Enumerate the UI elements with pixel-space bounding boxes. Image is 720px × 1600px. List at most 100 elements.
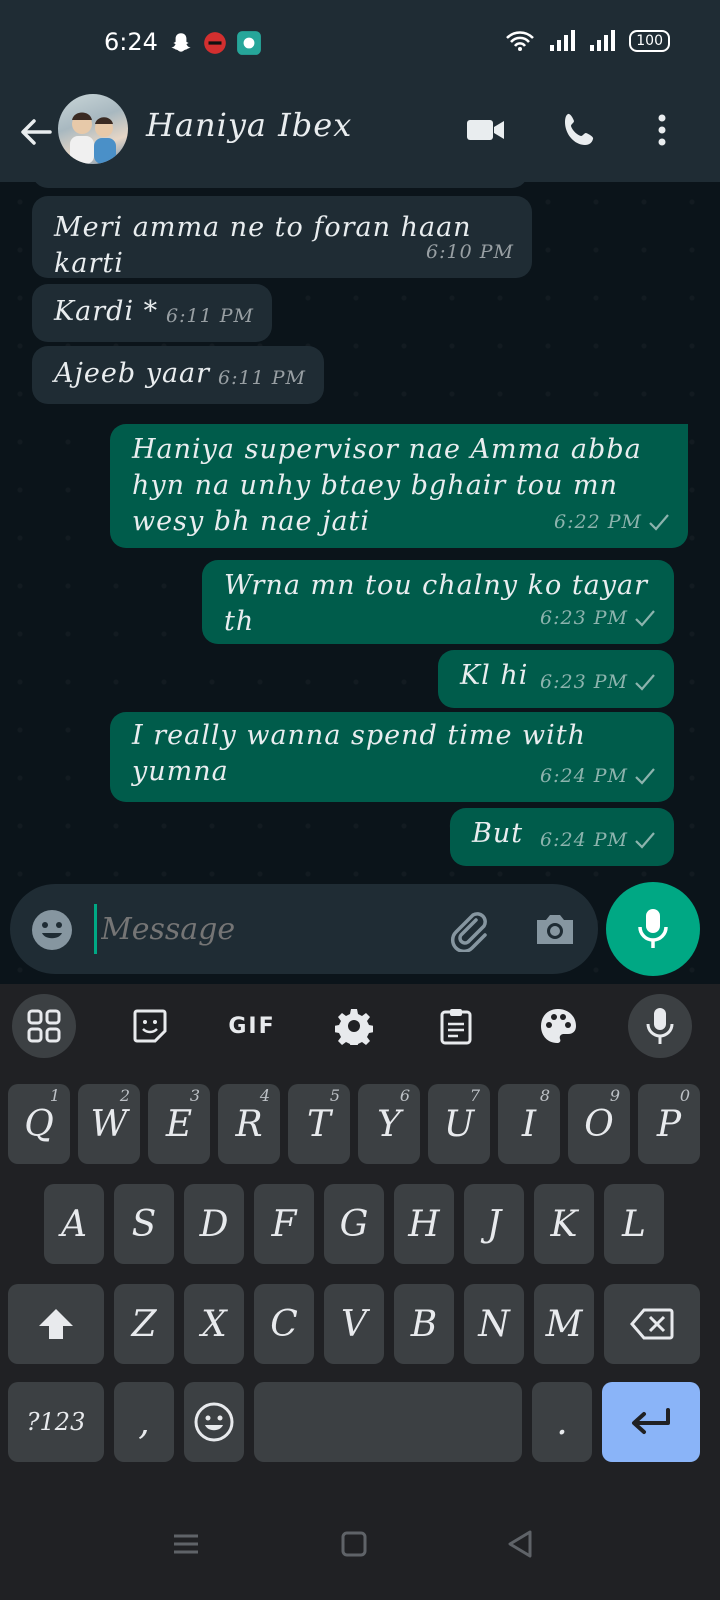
- sent-check-icon: [635, 832, 655, 849]
- key-s[interactable]: S: [114, 1184, 174, 1264]
- key-u[interactable]: U7: [428, 1084, 490, 1164]
- attach-paperclip-icon[interactable]: [446, 906, 492, 952]
- key-e[interactable]: E3: [148, 1084, 210, 1164]
- key-b[interactable]: B: [394, 1284, 454, 1364]
- key-label: Q: [24, 1103, 54, 1145]
- key-hint: 3: [189, 1086, 200, 1105]
- key-f[interactable]: F: [254, 1184, 314, 1264]
- settings-button[interactable]: [322, 994, 386, 1058]
- key-y[interactable]: Y6: [358, 1084, 420, 1164]
- message-text: But: [472, 818, 524, 849]
- message-time: 6:11 PM: [218, 367, 306, 389]
- key-g[interactable]: G: [324, 1184, 384, 1264]
- message-time-text: 6:23 PM: [540, 607, 628, 629]
- system-nav-bar: [0, 1484, 720, 1600]
- message-bubble-incoming[interactable]: Meri amma ne to foran haan karti 6:10 PM: [32, 196, 532, 279]
- contact-name[interactable]: Haniya Ibex: [146, 106, 352, 144]
- message-bubble-outgoing[interactable]: Haniya supervisor nae Amma abba hyn na u…: [110, 424, 688, 548]
- message-bubble-incoming[interactable]: Kardi * 6:11 PM: [32, 284, 272, 342]
- key-h[interactable]: H: [394, 1184, 454, 1264]
- key-l[interactable]: L: [604, 1184, 664, 1264]
- sent-check-icon: [635, 674, 655, 691]
- avatar[interactable]: [58, 94, 128, 164]
- message-time-text: 6:22 PM: [554, 511, 642, 533]
- message-time: 6:24 PM: [540, 758, 656, 794]
- message-text: Kl hi: [460, 660, 529, 691]
- phone-icon[interactable]: [558, 108, 602, 152]
- app-notification-icon-2: [237, 31, 261, 55]
- key-r[interactable]: R4: [218, 1084, 280, 1164]
- key-t[interactable]: T5: [288, 1084, 350, 1164]
- key-j[interactable]: J: [464, 1184, 524, 1264]
- message-input[interactable]: [94, 904, 434, 954]
- period-key[interactable]: .: [532, 1382, 592, 1462]
- key-x[interactable]: X: [184, 1284, 244, 1364]
- key-p[interactable]: P0: [638, 1084, 700, 1164]
- key-hint: 7: [469, 1086, 480, 1105]
- enter-key[interactable]: [602, 1382, 700, 1462]
- message-time: 6:10 PM: [426, 241, 514, 263]
- key-v[interactable]: V: [324, 1284, 384, 1364]
- battery-indicator: 100: [629, 30, 670, 52]
- key-hint: 9: [609, 1086, 620, 1105]
- microphone-icon: [638, 909, 668, 948]
- key-label: P: [656, 1103, 682, 1145]
- sent-check-icon: [649, 514, 669, 531]
- palette-icon: [541, 1009, 576, 1043]
- key-hint: 5: [329, 1086, 340, 1105]
- snapchat-icon: [171, 33, 191, 52]
- gif-button[interactable]: GIF: [220, 994, 284, 1058]
- apps-grid-button[interactable]: [12, 994, 76, 1058]
- camera-icon[interactable]: [532, 906, 578, 952]
- message-bubble-outgoing[interactable]: But 6:24 PM: [450, 808, 674, 866]
- theme-button[interactable]: [526, 994, 590, 1058]
- back-arrow-icon[interactable]: [16, 112, 56, 152]
- key-z[interactable]: Z: [114, 1284, 174, 1364]
- shift-key[interactable]: [8, 1284, 104, 1364]
- key-k[interactable]: K: [534, 1184, 594, 1264]
- more-options-icon[interactable]: [640, 108, 684, 152]
- key-label: T: [306, 1103, 331, 1145]
- back-nav-icon[interactable]: [500, 1524, 540, 1564]
- message-bubble-partial[interactable]: [32, 182, 528, 188]
- wifi-icon: [506, 31, 535, 51]
- message-bubble-outgoing[interactable]: Kl hi 6:23 PM: [438, 650, 674, 708]
- key-o[interactable]: O9: [568, 1084, 630, 1164]
- message-text: I really wanna spend time with yumna: [132, 718, 586, 790]
- key-m[interactable]: M: [534, 1284, 594, 1364]
- message-time-text: 6:24 PM: [540, 829, 628, 851]
- key-w[interactable]: W2: [78, 1084, 140, 1164]
- recent-apps-icon[interactable]: [166, 1524, 206, 1564]
- backspace-key[interactable]: [604, 1284, 700, 1364]
- chat-area[interactable]: Meri amma ne to foran haan karti 6:10 PM…: [0, 182, 720, 982]
- message-bubble-incoming[interactable]: Ajeeb yaar 6:11 PM: [32, 346, 324, 404]
- comma-key[interactable]: ,: [114, 1382, 174, 1462]
- key-c[interactable]: C: [254, 1284, 314, 1364]
- space-key[interactable]: [254, 1382, 522, 1462]
- video-call-icon[interactable]: [464, 108, 508, 152]
- key-a[interactable]: A: [44, 1184, 104, 1264]
- emoji-key[interactable]: [184, 1382, 244, 1462]
- key-d[interactable]: D: [184, 1184, 244, 1264]
- keyboard-voice-button[interactable]: [628, 994, 692, 1058]
- symbols-key[interactable]: ?123: [8, 1382, 104, 1462]
- sticker-icon: [133, 1009, 167, 1043]
- key-q[interactable]: Q1: [8, 1084, 70, 1164]
- key-i[interactable]: I8: [498, 1084, 560, 1164]
- app-notification-icon: [204, 32, 226, 54]
- clipboard-button[interactable]: [424, 994, 488, 1058]
- chat-header: Haniya Ibex: [0, 90, 720, 182]
- key-hint: 2: [119, 1086, 130, 1105]
- signal-icon-2: [590, 30, 616, 51]
- key-hint: 6: [399, 1086, 410, 1105]
- message-bubble-outgoing[interactable]: I really wanna spend time with yumna 6:2…: [110, 712, 674, 802]
- gif-label: GIF: [228, 1013, 276, 1039]
- home-icon[interactable]: [334, 1524, 374, 1564]
- voice-record-button[interactable]: [606, 882, 700, 976]
- sticker-button[interactable]: [118, 994, 182, 1058]
- clipboard-icon: [440, 1009, 472, 1045]
- key-n[interactable]: N: [464, 1284, 524, 1364]
- emoji-icon[interactable]: [30, 908, 74, 952]
- key-label: I: [521, 1103, 537, 1145]
- message-bubble-outgoing[interactable]: Wrna mn tou chalny ko tayar th 6:23 PM: [202, 560, 674, 644]
